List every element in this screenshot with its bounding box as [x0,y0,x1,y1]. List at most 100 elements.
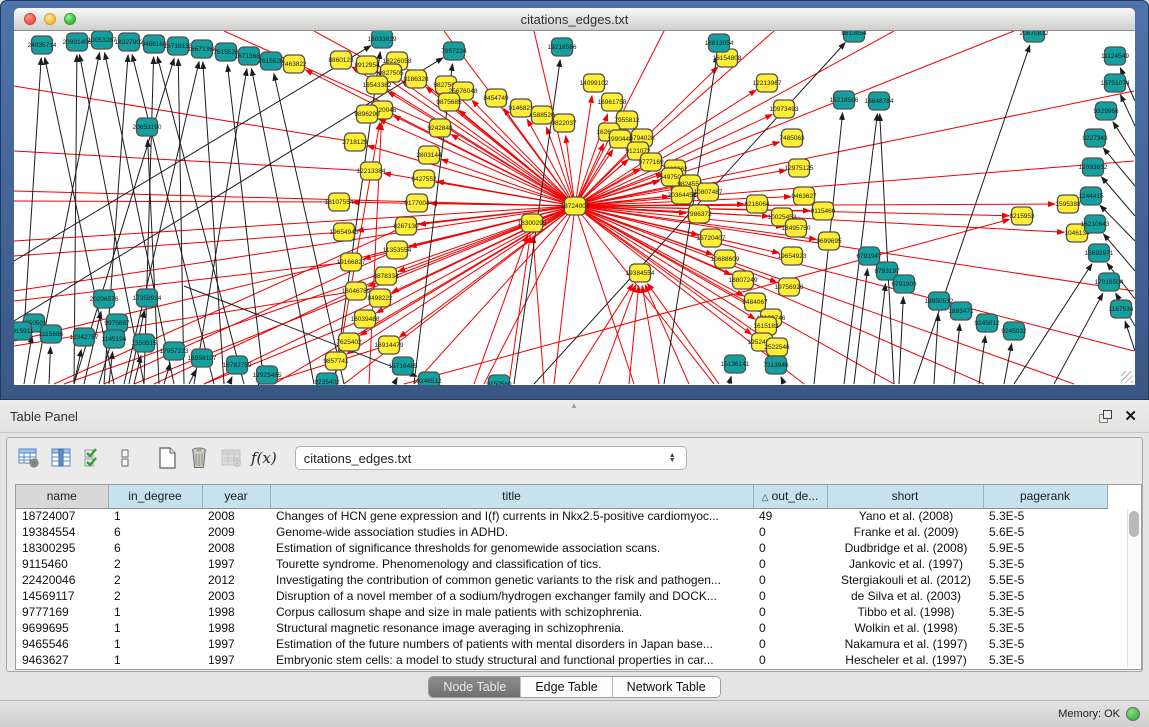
graph-edge[interactable] [1120,95,1135,126]
graph-edge[interactable] [874,284,886,384]
status-bar: Memory: OK [0,700,1149,727]
table-cell: 1998 [202,620,270,636]
table-cell: Wolkin et al. (1998) [827,620,983,636]
graph-node-label: 9857741 [323,358,349,365]
network-svg[interactable]: 1872400774638228860123891295418226058982… [14,31,1135,385]
table-cell: 5.5E-5 [983,572,1107,588]
graph-node-label: 16033839 [368,36,397,43]
tab-edge-table[interactable]: Edge Table [521,677,612,697]
network-canvas[interactable]: 1872400774638228860123891295418226058982… [14,31,1135,385]
graph-edge[interactable] [14,206,575,291]
graph-edge[interactable] [1125,321,1135,351]
tab-network-table[interactable]: Network Table [613,677,720,697]
column-header-out_de[interactable]: △out_de... [753,485,827,508]
graph-edge[interactable] [575,206,751,334]
graph-edge[interactable] [1103,148,1135,186]
merge-columns-button[interactable] [111,444,139,472]
table-select-dropdown[interactable]: citations_edges.txt ▲▼ [295,446,687,470]
table-row[interactable]: 946554611997Estimation of the future num… [16,636,1107,652]
graph-edge[interactable] [394,378,397,384]
graph-edge[interactable] [569,284,633,384]
new-table-button[interactable] [153,444,181,472]
graph-edge[interactable] [781,377,784,384]
table-row[interactable]: 911546021997Tourette syndrome. Phenomeno… [16,556,1107,572]
dropdown-arrows-icon: ▲▼ [669,453,676,463]
graph-node-label: 9227343 [1082,135,1108,142]
graph-edge[interactable] [227,65,264,384]
graph-edge[interactable] [24,336,32,384]
table-cell: 2 [108,556,202,572]
graph-edge[interactable] [899,297,903,384]
select-columns-button[interactable] [47,444,75,472]
graph-edge[interactable] [14,46,371,261]
table-cell: 0 [753,652,827,668]
graph-edge[interactable] [575,31,1014,206]
function-builder-button[interactable]: f(x) [251,449,277,467]
delete-table-button[interactable] [185,444,213,472]
graph-edge[interactable] [14,206,575,341]
graph-node-label: 20206576 [90,296,119,303]
graph-edge[interactable] [554,206,575,384]
graph-edge[interactable] [533,236,544,384]
table-cell: Tourette syndrome. Phenomenology and cla… [270,556,753,572]
graph-edge[interactable] [979,336,985,384]
table-row[interactable]: 977716911998Corpus callosum shape and si… [16,604,1107,620]
table-row[interactable]: 969969511998Structural magnetic resonanc… [16,620,1107,636]
column-header-title[interactable]: title [270,485,753,508]
graph-edge[interactable] [258,384,259,385]
memory-status-indicator[interactable] [1126,707,1140,721]
graph-edge[interactable] [14,201,339,202]
graph-edge[interactable] [954,324,960,384]
column-header-short[interactable]: short [827,485,983,508]
graph-edge[interactable] [441,159,575,206]
graph-edge[interactable] [880,114,894,384]
panel-collapse-handle[interactable]: ▲ [570,401,578,410]
graph-edge[interactable] [229,377,232,384]
graph-edge[interactable] [157,57,244,384]
window-titlebar[interactable]: citations_edges.txt [14,8,1135,31]
column-header-name[interactable]: name [16,485,108,508]
table-cell: Investigating the contribution of common… [270,572,753,588]
graph-edge[interactable] [1054,293,1103,384]
graph-edge[interactable] [14,86,355,142]
table-scrollbar-thumb[interactable] [1129,511,1139,537]
graph-edge[interactable] [1113,122,1135,156]
close-panel-icon[interactable]: ✕ [1124,409,1137,424]
column-header-pagerank[interactable]: pagerank [983,485,1107,508]
table-cell: Franke et al. (2009) [827,524,983,540]
column-header-year[interactable]: year [202,485,270,508]
tab-node-table[interactable]: Node Table [429,677,521,697]
graph-edge[interactable] [14,191,575,206]
table-row[interactable]: 2242004622012Investigating the contribut… [16,572,1107,588]
graph-edge[interactable] [645,285,689,384]
table-row[interactable]: 1872400712008Changes of HCN gene express… [16,508,1107,524]
graph-edge[interactable] [629,286,639,384]
graph-edge[interactable] [575,91,1134,206]
graph-edge[interactable] [1101,177,1135,216]
graph-edge[interactable] [1014,264,1092,384]
graph-edge[interactable] [642,286,659,384]
graph-node-label: 19166827 [337,259,366,266]
table-settings-button[interactable] [15,444,43,472]
graph-edge[interactable] [252,69,314,384]
graph-node-label: 1115686 [39,331,64,338]
delete-column-button[interactable] [217,444,245,472]
graph-edge[interactable] [14,151,371,171]
graph-edge[interactable] [729,376,731,384]
graph-node-label: 15692971 [1085,250,1114,257]
table-row[interactable]: 1938455462009Genome-wide association stu… [16,524,1107,540]
table-row[interactable]: 1456911722003Disruption of a novel membe… [16,588,1107,604]
graph-edge[interactable] [1004,344,1012,384]
graph-edge[interactable] [164,363,170,384]
table-scrollbar[interactable] [1127,509,1140,668]
float-panel-icon[interactable] [1099,410,1112,423]
table-row[interactable]: 1830029562008Estimation of significance … [16,540,1107,556]
graph-edge[interactable] [24,58,41,331]
table-row[interactable]: 946362711997Embryonic stem cells: a mode… [16,652,1107,668]
column-header-in_degree[interactable]: in_degree [108,485,202,508]
resize-grip[interactable] [1121,371,1133,383]
graph-node-label: 10807487 [694,189,723,196]
graph-edge[interactable] [178,59,184,384]
select-rows-button[interactable] [79,444,107,472]
graph-edge[interactable] [49,347,50,384]
